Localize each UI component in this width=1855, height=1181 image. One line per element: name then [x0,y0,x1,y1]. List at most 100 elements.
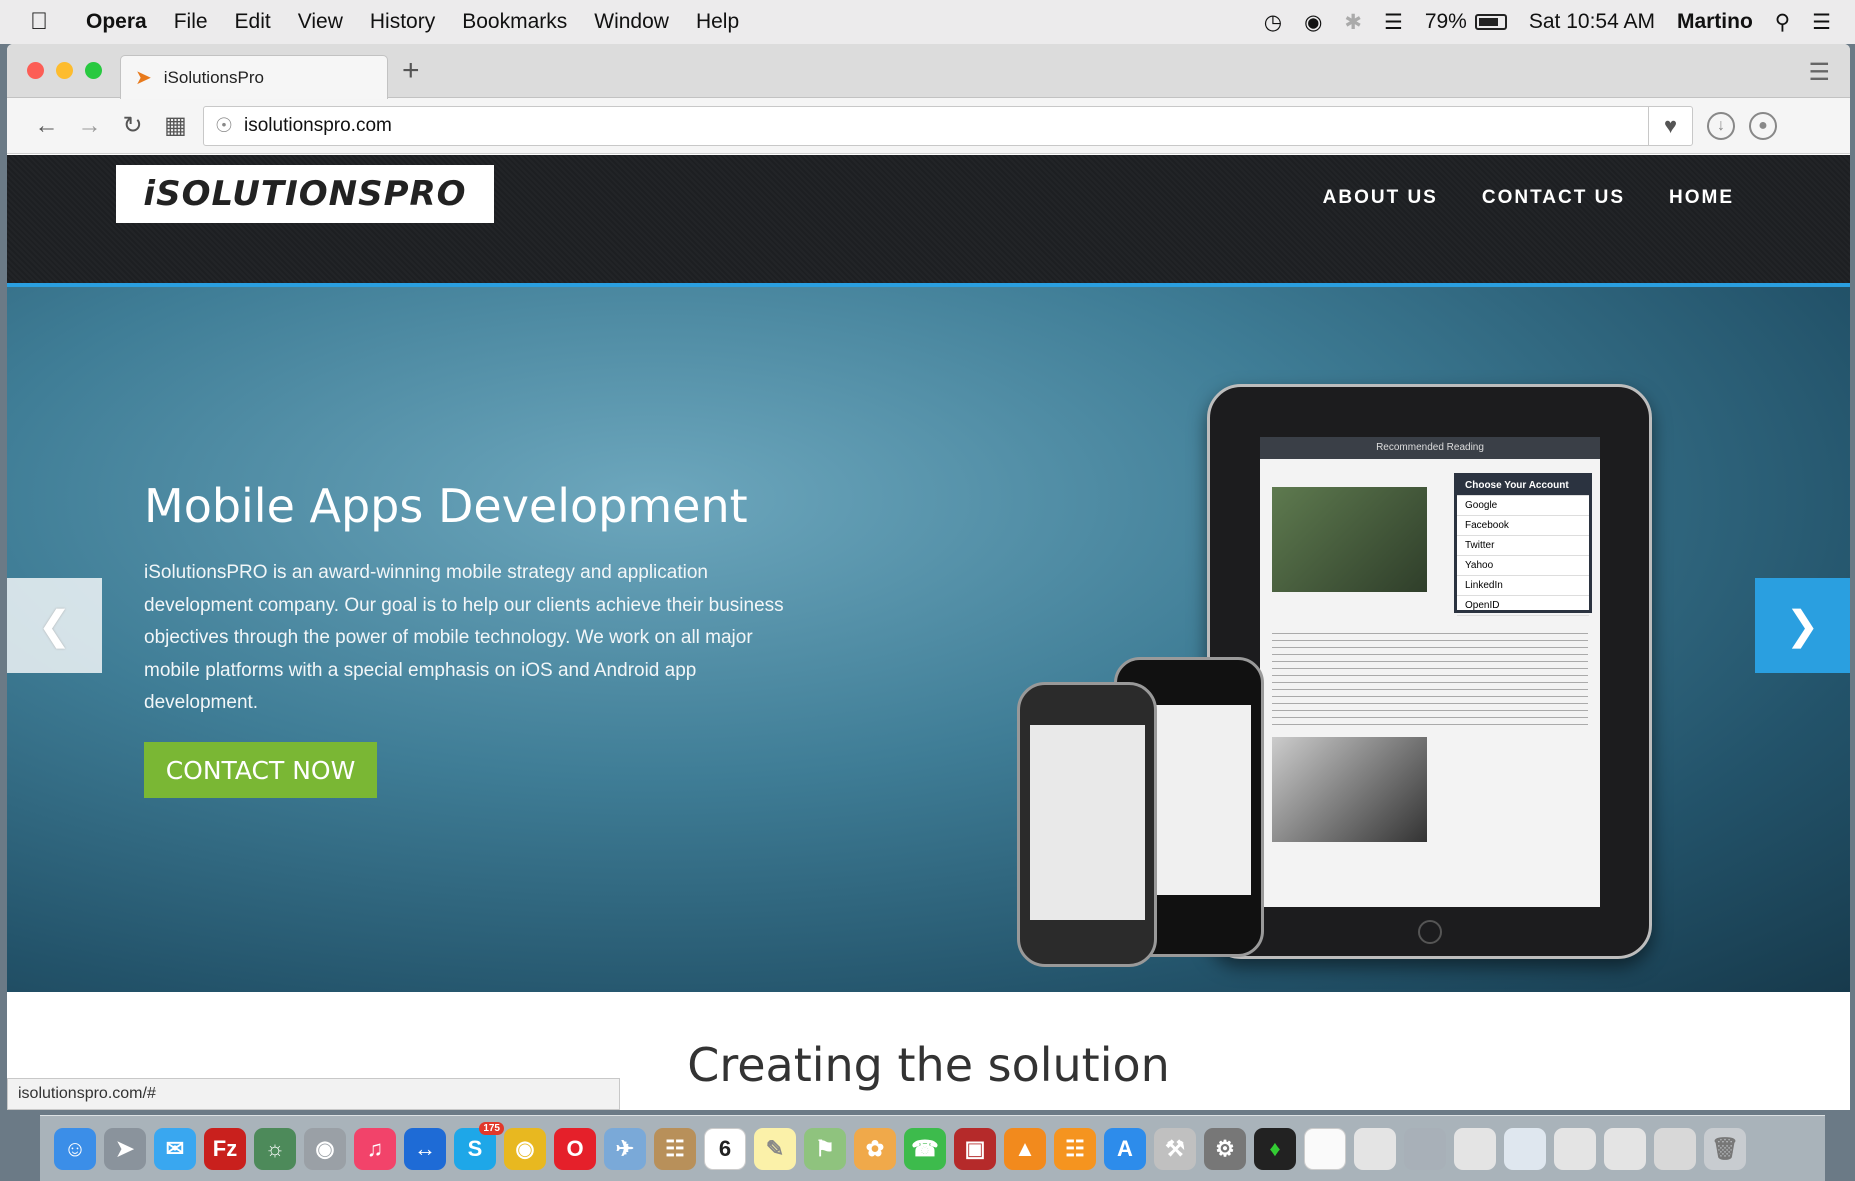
account-popup: Choose Your Account Google Facebook Twit… [1454,473,1592,616]
clock[interactable]: Sat 10:54 AM [1529,10,1655,34]
bookmark-heart-icon[interactable]: ♥ [1648,106,1692,145]
contact-now-button[interactable]: CONTACT NOW [144,742,377,798]
new-tab-plus-icon[interactable]: + [402,54,420,88]
filezilla-icon[interactable]: Fz [204,1127,246,1170]
trash-icon[interactable]: 🗑 [1704,1127,1746,1170]
battery-percent[interactable]: 79% [1425,10,1467,34]
globe-icon: ☉ [215,115,233,137]
menu-window[interactable]: Window [594,10,669,34]
photo-booth-icon[interactable]: ▣ [954,1127,996,1170]
slider-next-chevron-icon[interactable]: ❯ [1755,578,1850,673]
vlc-icon[interactable]: ▲ [1004,1127,1046,1170]
skype-icon[interactable]: S 175 [454,1121,504,1170]
document-icon[interactable] [1304,1127,1346,1170]
spotlight-search-icon[interactable]: ⚲ [1775,10,1790,35]
activity-monitor-icon[interactable]: ♦ [1254,1127,1296,1170]
account-item: Google [1457,496,1589,516]
notes-icon[interactable]: ✎ [754,1127,796,1170]
opera-icon[interactable]: O [554,1127,596,1170]
account-item: Facebook [1457,516,1589,536]
menu-file[interactable]: File [174,10,208,34]
tab-isolutionspro[interactable]: ➤ iSolutionsPro [120,55,388,99]
menu-help[interactable]: Help [696,10,739,34]
battery-icon[interactable] [1474,14,1507,30]
mail-icon[interactable]: ✈ [604,1127,646,1170]
account-item: LinkedIn [1457,576,1589,596]
menu-view[interactable]: View [298,10,343,34]
menu-bookmarks[interactable]: Bookmarks [462,10,567,34]
skype-badge: 175 [479,1121,504,1135]
maps-icon[interactable]: ⚑ [804,1127,846,1170]
apple-icon[interactable]:  [30,9,56,35]
document-stack-icon[interactable] [1654,1127,1696,1170]
tablet-screen: Recommended Reading Choose Your Account … [1260,437,1600,907]
photo-app-icon[interactable]: ☼ [254,1127,296,1170]
teamviewer-icon[interactable]: ↔ [404,1127,446,1170]
site-header: iSOLUTIONSPRO ABOUT US CONTACT US HOME [7,155,1850,287]
finder-icon[interactable]: ☺ [54,1127,96,1170]
status-url-tooltip: isolutionspro.com/# [7,1078,620,1110]
user-menu[interactable]: Martino [1677,10,1753,34]
account-item: Yahoo [1457,556,1589,576]
menu-history[interactable]: History [370,10,435,34]
contacts-icon[interactable]: ☷ [654,1127,696,1170]
hero-title: Mobile Apps Development [144,479,748,533]
system-preferences-gear-icon[interactable]: ⚙ [1204,1127,1246,1170]
browser-toolbar: ← → ↻ ▦ ☉ ♥ ↓ ● [7,98,1850,154]
wifi-icon[interactable]: ☰ [1384,10,1403,35]
nav-contact-us[interactable]: CONTACT US [1482,187,1625,209]
document-stack-icon[interactable] [1354,1127,1396,1170]
browser-window: ➤ iSolutionsPro + ☰ ← → ↻ ▦ ☉ ♥ ↓ ● iSOL… [7,44,1850,1110]
facetime-icon[interactable]: ☎ [904,1127,946,1170]
site-logo[interactable]: iSOLUTIONSPRO [116,165,494,223]
document-stack-icon[interactable] [1504,1127,1546,1170]
url-input[interactable] [244,114,1544,137]
bluetooth-icon[interactable]: ✱ [1344,10,1362,35]
phone-screen [1030,725,1145,920]
menu-edit[interactable]: Edit [235,10,271,34]
tab-menu-icon[interactable]: ☰ [1808,58,1830,87]
menu-app-opera[interactable]: Opera [86,10,147,34]
itunes-icon[interactable]: ♫ [354,1127,396,1170]
address-bar[interactable]: ☉ ♥ [203,105,1693,146]
nav-about-us[interactable]: ABOUT US [1323,187,1438,209]
preview-icon[interactable]: ◉ [304,1127,346,1170]
chrome-icon[interactable]: ◉ [504,1127,546,1170]
forward-arrow-icon[interactable]: → [68,112,111,140]
time-machine-icon[interactable]: ◷ [1264,10,1282,35]
launchpad-rocket-icon[interactable]: ➤ [104,1127,146,1170]
app-store-icon[interactable]: A [1104,1127,1146,1170]
tablet-home-button [1418,920,1442,944]
document-stack-icon[interactable] [1604,1127,1646,1170]
document-stack-icon[interactable] [1554,1127,1596,1170]
article-text-lines [1272,627,1588,727]
zoom-window-button[interactable] [85,62,102,79]
reload-icon[interactable]: ↻ [111,111,154,140]
site-nav: ABOUT US CONTACT US HOME [1279,187,1734,209]
chat-icon[interactable]: ◉ [1304,10,1322,35]
account-item: OpenID [1457,596,1589,616]
close-window-button[interactable] [27,62,44,79]
tablet-screen-header: Recommended Reading [1260,437,1600,459]
ibooks-icon[interactable]: ☷ [1054,1127,1096,1170]
utility-icon[interactable]: ⚒ [1154,1127,1196,1170]
calendar-icon[interactable]: 6 [704,1127,746,1170]
article-image [1272,737,1427,842]
web-page: iSOLUTIONSPRO ABOUT US CONTACT US HOME M… [7,155,1850,1110]
photos-icon[interactable]: ✿ [854,1127,896,1170]
macos-menu-bar:  Opera File Edit View History Bookmarks… [0,0,1855,44]
download-icon[interactable]: ↓ [1707,111,1735,140]
notification-center-icon[interactable]: ☰ [1812,10,1831,35]
speed-dial-grid-icon[interactable]: ▦ [154,111,197,140]
nav-home[interactable]: HOME [1669,187,1734,209]
profile-icon[interactable]: ● [1749,111,1777,140]
tablet-illustration: Recommended Reading Choose Your Account … [1207,384,1652,959]
document-stack-icon[interactable] [1454,1127,1496,1170]
back-arrow-icon[interactable]: ← [25,112,68,140]
messages-icon[interactable]: ✉ [154,1127,196,1170]
folder-stack-icon[interactable] [1404,1127,1446,1170]
tab-bar: ➤ iSolutionsPro + ☰ [7,44,1850,99]
slider-prev-chevron-icon[interactable]: ❮ [7,578,102,673]
minimize-window-button[interactable] [56,62,73,79]
window-controls [27,62,114,79]
